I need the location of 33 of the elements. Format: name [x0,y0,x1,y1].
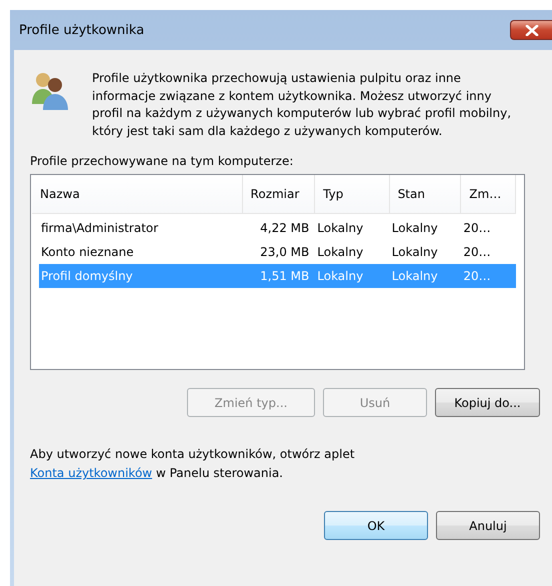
column-header[interactable]: Nazwa [32,175,243,213]
cancel-button[interactable]: Anuluj [436,511,540,540]
table-cell-text: Lokalny [390,268,439,285]
table-cell-text: Profil domyślny [40,268,134,285]
table-cell-text: 20… [462,244,492,261]
profile-row[interactable]: firma\Administrator 4,22 MB Lokalny Lokalny 20… [39,216,516,240]
column-header[interactable]: Rozmiar [242,175,316,213]
table-cell-text: Lokalny [316,244,364,261]
window-title: Profile użytkownika [19,22,144,38]
table-cell-text: Lokalny [390,220,439,237]
user-accounts-link[interactable]: Konta użytkowników [30,466,152,480]
table-cell-text: 23,0 MB [259,244,310,261]
note-text: Aby utworzyć nowe konta użytkowników, otwórz aplet Konta użytkowników w Panelu sterowania. [30,446,356,482]
description-text: Profile użytkownika przechowują ustawienia pulpitu oraz inne informacje związane z kontem użytkownika. Możesz utworzyć inny profil na każdym z używanych komputerów lub wybrać profil mobilny, który jest taki sam dla każdego z używanych komputerów. [92,70,512,140]
table-cell-text: 20… [462,220,492,237]
column-header[interactable]: Typ [315,175,390,213]
profile-list[interactable]: Nazwa Rozmiar Typ Stan Zm… firma\Administrator 4,22 MB Lokalny Lokalny 20… Konto nieznane 23,0 MB Lokalny Lokalny 20… Profil domyślny 1,51 MB Lokalny Lokalny 20… [30,174,525,370]
table-cell-text: Lokalny [316,268,364,285]
table-cell-text: Konto nieznane [40,244,135,261]
column-header[interactable]: Zm… [461,175,516,213]
column-header[interactable]: Stan [390,175,462,213]
list-label: Profile przechowywane na tym komputerze: [30,154,294,168]
profile-row[interactable]: Konto nieznane 23,0 MB Lokalny Lokalny 20… [39,240,516,264]
table-cell-text: 20… [462,268,492,285]
ok-button[interactable]: OK [324,511,428,540]
table-cell-text: Lokalny [316,220,364,237]
table-cell-text: 4,22 MB [259,220,310,237]
table-cell-text: firma\Administrator [40,220,160,237]
table-cell-text: Lokalny [390,244,439,261]
close-button[interactable] [510,20,552,40]
profile-action-button[interactable]: Kopiuj do... [435,388,540,417]
close-icon [524,24,538,36]
table-cell-text: 1,51 MB [259,268,310,285]
